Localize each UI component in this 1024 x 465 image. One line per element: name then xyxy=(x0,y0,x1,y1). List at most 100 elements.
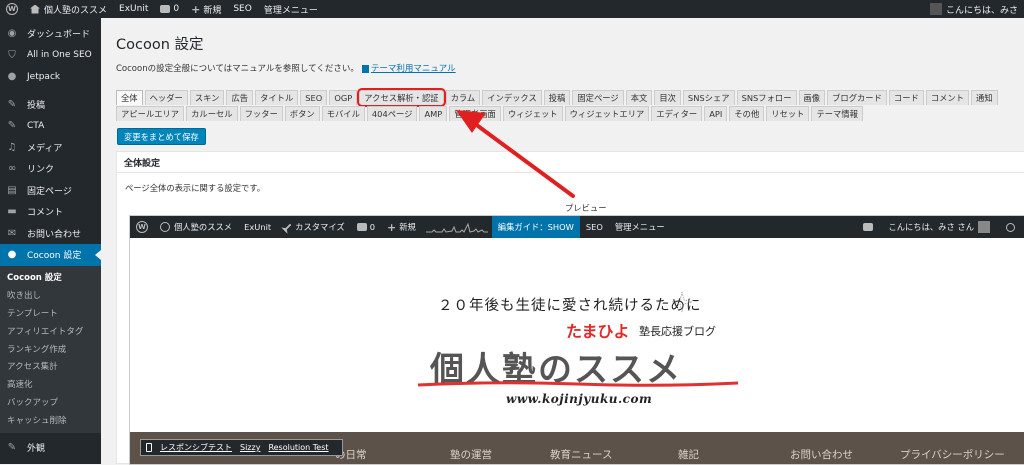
sidebar-item-aioseo[interactable]: ⛉ All in One SEO xyxy=(0,45,101,67)
wordpress-logo[interactable]: W xyxy=(0,0,24,18)
tab-row2-0[interactable]: アピールエリア xyxy=(116,105,185,121)
preview-admin-bar: W 個人塾のススメ ExUnit カスタマイズ 0 + 新規 編集ガイド：SHOW… xyxy=(130,216,1024,238)
nav-item-privacy[interactable]: プライバシーポリシー xyxy=(900,447,1005,462)
preview-site-name[interactable]: 個人塾のススメ xyxy=(154,216,238,238)
tab-row1-8[interactable]: カラム xyxy=(445,90,481,105)
submenu-speech-balloon[interactable]: 吹き出し xyxy=(0,286,101,304)
sidebar-item-jetpack[interactable]: ● Jetpack xyxy=(0,66,101,88)
tab-row1-12[interactable]: 本文 xyxy=(625,90,653,105)
submenu-cocoon-settings[interactable]: Cocoon 設定 xyxy=(0,269,101,287)
nav-item-news[interactable]: 教育ニュース xyxy=(550,447,612,462)
tab-row-2: アピールエリア カルーセル フッター ボタン モバイル 404ページ AMP 管理者画面 ウィジ… xyxy=(116,105,1024,122)
new-content-link[interactable]: + 新規 xyxy=(185,0,227,18)
tab-row1-7[interactable]: アクセス解析・認証 xyxy=(357,88,446,107)
wordpress-icon: W xyxy=(6,3,18,15)
tab-row2-12[interactable]: その他 xyxy=(729,105,765,121)
exunit-link[interactable]: ExUnit xyxy=(113,0,154,18)
brush-icon xyxy=(281,221,294,234)
sidebar-item-media[interactable]: ♫ メディア xyxy=(0,137,101,159)
tab-row1-14[interactable]: SNSシェア xyxy=(682,90,735,105)
tab-row1-5[interactable]: SEO xyxy=(300,90,328,105)
sidebar-item-cocoon[interactable]: ● Cocoon 設定 xyxy=(0,244,101,266)
preview-exunit[interactable]: ExUnit xyxy=(238,216,277,238)
tab-row1-11[interactable]: 固定ページ xyxy=(572,90,624,105)
tab-row1-9[interactable]: インデックス xyxy=(482,90,542,105)
tab-row1-0[interactable]: 全体 xyxy=(116,90,143,105)
sizzy-link[interactable]: Sizzy xyxy=(240,443,260,452)
submenu-backup[interactable]: バックアップ xyxy=(0,393,101,411)
preview-admin-menu[interactable]: 管理メニュー xyxy=(609,216,671,238)
preview-notifications[interactable] xyxy=(857,216,882,238)
sidebar-item-cta[interactable]: ✎ CTA xyxy=(0,115,101,137)
site-name-link[interactable]: 個人塾のススメ xyxy=(24,0,113,18)
resolution-test-link[interactable]: Resolution Test xyxy=(268,443,328,452)
tab-row1-18[interactable]: コード xyxy=(888,90,924,105)
tab-row2-1[interactable]: カルーセル xyxy=(186,105,238,121)
tab-row2-2[interactable]: フッター xyxy=(239,105,283,121)
submenu-affiliate-tag[interactable]: アフィリエイトタグ xyxy=(0,322,101,340)
sidebar-item-links[interactable]: ∞ リンク xyxy=(0,158,101,180)
tab-row2-6[interactable]: AMP xyxy=(419,105,448,121)
sidebar-item-contact[interactable]: ✉ お問い合わせ xyxy=(0,223,101,245)
tab-row1-10[interactable]: 投稿 xyxy=(543,90,571,105)
sidebar-item-dashboard[interactable]: ◉ ダッシュボード xyxy=(0,23,101,45)
media-icon: ♫ xyxy=(7,141,17,153)
tab-row1-19[interactable]: コメント xyxy=(925,90,970,105)
tab-row1-15[interactable]: SNSフォロー xyxy=(736,90,797,105)
tab-row2-7[interactable]: 管理者画面 xyxy=(449,105,501,121)
tab-row2-13[interactable]: リセット xyxy=(766,105,810,121)
user-greeting[interactable]: こんにちは、みさ xyxy=(924,0,1024,18)
submenu-template[interactable]: テンプレート xyxy=(0,304,101,322)
tab-row2-10[interactable]: エディター xyxy=(651,105,703,121)
preview-greeting[interactable]: こんにちは、みさ さん xyxy=(882,216,1000,238)
preview-search[interactable] xyxy=(1000,216,1024,238)
tab-row2-3[interactable]: ボタン xyxy=(284,105,320,121)
tab-row2-14[interactable]: テーマ情報 xyxy=(811,105,863,121)
tab-row1-20[interactable]: 通知 xyxy=(971,90,998,105)
tab-row1-2[interactable]: スキン xyxy=(189,90,225,105)
dashboard-icon xyxy=(160,222,170,232)
tab-row1-17[interactable]: ブログカード xyxy=(827,90,887,105)
site-logo[interactable]: ２０年後も生徒に愛され続けるために たまひよ 塾長応援ブログ 個人塾のススメ w… xyxy=(410,292,740,414)
submenu-speedup[interactable]: 高速化 xyxy=(0,375,101,393)
theme-manual-link[interactable]: テーマ利用マニュアル xyxy=(371,64,456,74)
tab-row1-6[interactable]: OGP xyxy=(329,90,358,105)
admin-menu-link[interactable]: 管理メニュー xyxy=(258,0,324,18)
sidebar-item-appearance[interactable]: ✎ 外観 xyxy=(0,437,101,459)
main-content: Cocoon 設定 Cocoonの設定全般についてはマニュアルを参照してください… xyxy=(101,18,1024,465)
sidebar-item-pages[interactable]: ▤ 固定ページ xyxy=(0,180,101,202)
submenu-access-stats[interactable]: アクセス集計 xyxy=(0,357,101,375)
nav-item-misc[interactable]: 雑記 xyxy=(678,447,699,462)
save-all-button[interactable]: 変更をまとめて保存 xyxy=(117,128,206,145)
nav-item-contact[interactable]: お問い合わせ xyxy=(790,447,853,462)
sidebar-item-comments[interactable]: ▬ コメント xyxy=(0,201,101,223)
tab-row2-8[interactable]: ウィジェット xyxy=(502,105,563,121)
tab-row2-5[interactable]: 404ページ xyxy=(366,105,418,121)
submenu-ranking[interactable]: ランキング作成 xyxy=(0,340,101,358)
tab-row1-3[interactable]: 広告 xyxy=(226,90,254,105)
avatar xyxy=(978,221,990,233)
sidebar-item-posts[interactable]: ✎ 投稿 xyxy=(0,94,101,116)
settings-tabs: 全体 ヘッダー スキン 広告 タイトル SEO OGP アクセス解析・認証 カラム インデックス投… xyxy=(116,88,1024,122)
submenu-cache-clear[interactable]: キャッシュ削除 xyxy=(0,411,101,429)
tab-row-1: 全体 ヘッダー スキン 広告 タイトル SEO OGP アクセス解析・認証 カラム インデックス投… xyxy=(116,88,1024,107)
preview-comments[interactable]: 0 xyxy=(351,216,381,238)
preview-seo[interactable]: SEO xyxy=(580,216,609,238)
tab-row1-13[interactable]: 目次 xyxy=(654,90,681,105)
comment-icon xyxy=(160,5,171,13)
preview-customize[interactable]: カスタマイズ xyxy=(277,216,351,238)
tab-row1-1[interactable]: ヘッダー xyxy=(144,90,188,105)
responsive-test-link[interactable]: レスポンシブテスト xyxy=(160,442,232,453)
tab-row1-16[interactable]: 画像 xyxy=(798,90,826,105)
comments-link[interactable]: 0 xyxy=(154,0,185,18)
tab-row1-4[interactable]: タイトル xyxy=(255,90,299,105)
nav-item-management[interactable]: 塾の運営 xyxy=(450,447,492,462)
tab-row2-9[interactable]: ウィジェットエリア xyxy=(564,105,650,121)
edit-guide-toggle[interactable]: 編集ガイド：SHOW xyxy=(491,216,580,238)
preview-wp-logo[interactable]: W xyxy=(130,216,154,238)
search-icon xyxy=(1006,222,1015,232)
tab-row2-11[interactable]: API xyxy=(704,105,728,121)
preview-new[interactable]: + 新規 xyxy=(381,216,422,238)
seo-link[interactable]: SEO xyxy=(227,0,257,18)
tab-row2-4[interactable]: モバイル xyxy=(321,105,365,121)
